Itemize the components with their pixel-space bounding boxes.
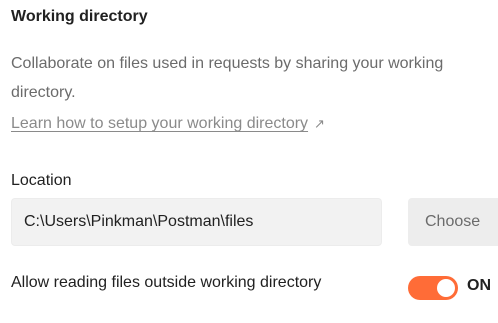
allow-outside-files-label: Allow reading files outside working dire… [11,274,322,291]
allow-outside-files-toggle[interactable] [408,276,458,300]
location-input[interactable]: C:\Users\Pinkman\Postman\files [11,198,382,246]
choose-button[interactable]: Choose [408,198,498,246]
section-title: Working directory [11,8,148,25]
location-label: Location [11,172,72,189]
toggle-state-label: ON [467,277,491,294]
toggle-knob [437,279,455,297]
learn-link-label: Learn how to setup your working director… [11,115,309,132]
external-link-arrow-icon: ↗ [314,116,325,131]
working-directory-settings: Working directory Collaborate on files u… [11,0,498,323]
section-description: Collaborate on files used in requests by… [11,55,444,101]
learn-working-directory-link[interactable]: Learn how to setup your working director… [11,115,325,133]
